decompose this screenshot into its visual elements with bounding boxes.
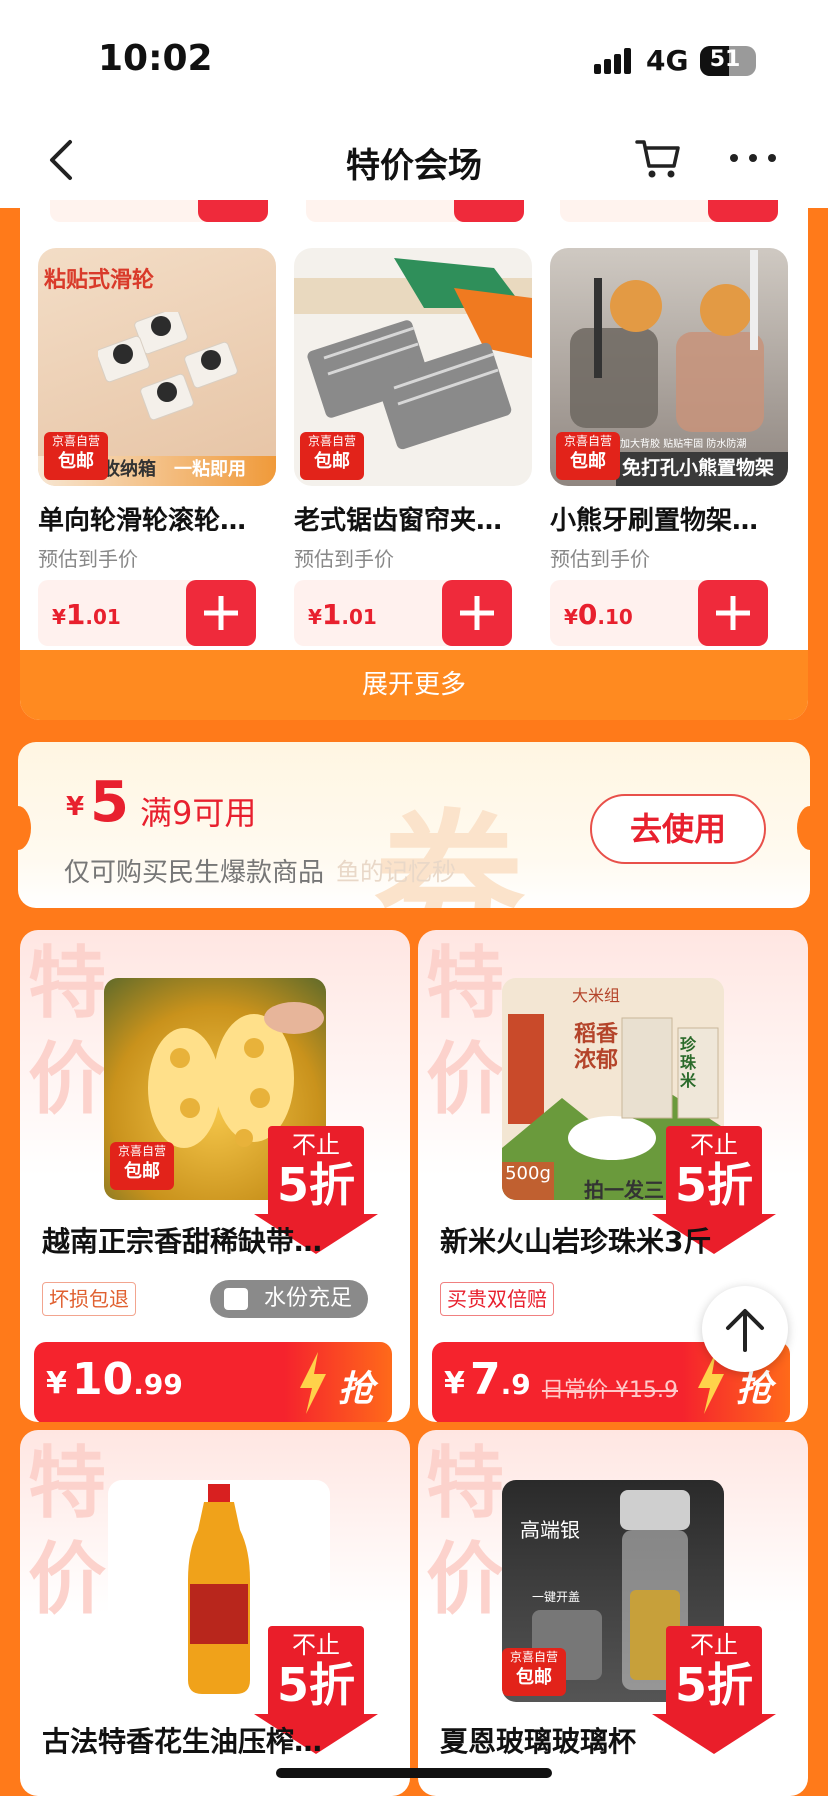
- prev-row-stub: [306, 200, 524, 222]
- deal-price: 7.9: [470, 1354, 531, 1405]
- deal-price: 10.99: [72, 1354, 183, 1405]
- product-name[interactable]: 单向轮滑轮滚轮…: [38, 500, 276, 537]
- product-image[interactable]: 免打孔小熊置物架 加大背胶 贴贴牢固 防水防潮 京喜自营 包邮: [550, 248, 788, 486]
- deal-bg-char: 特价: [426, 1439, 505, 1625]
- coupon-notch: [797, 806, 810, 850]
- page-title: 特价会场: [346, 146, 482, 186]
- product-image[interactable]: 京喜自营 包邮: [294, 248, 532, 486]
- home-indicator: [276, 1768, 552, 1778]
- coupon-amount: 5: [90, 770, 129, 835]
- price-box: ¥1.01: [38, 580, 256, 646]
- product-card[interactable]: 粘贴式滑轮 收纳箱 一粘即用 京喜自营 包邮 单向轮滑轮滚轮… 预估到手价 ¥1.…: [38, 248, 276, 646]
- jd-free-shipping-tag: 京喜自营 包邮: [556, 432, 620, 480]
- jd-free-shipping-tag: 京喜自营 包邮: [44, 432, 108, 480]
- scroll-to-top-button[interactable]: [702, 1286, 788, 1372]
- add-to-cart-button[interactable]: [698, 580, 768, 646]
- status-bar: 10:02 4G 51: [0, 0, 828, 112]
- deal-tag: 坏损包退: [42, 1282, 136, 1316]
- price: ¥0.10: [564, 598, 633, 631]
- network-label: 4G: [646, 44, 689, 77]
- grab-bar[interactable]: ¥ 10.99 抢: [34, 1342, 392, 1422]
- coupon-notch: [18, 806, 31, 850]
- deal-title[interactable]: 新米火山岩珍珠米3斤: [440, 1220, 780, 1260]
- coupon-condition: 满9可用: [140, 794, 257, 832]
- deal-bg-char: 特价: [28, 939, 107, 1125]
- deal-card[interactable]: 特价 高端银 一键开盖 京喜自营 包邮 不止 5折 夏恩玻璃玻璃杯: [418, 1430, 808, 1796]
- jd-free-shipping-tag: 京喜自营 包邮: [300, 432, 364, 480]
- price-box: ¥1.01: [294, 580, 512, 646]
- image-caption: 粘贴式滑轮: [44, 268, 155, 293]
- add-to-cart-button[interactable]: [186, 580, 256, 646]
- product-image[interactable]: 粘贴式滑轮 收纳箱 一粘即用 京喜自营 包邮: [38, 248, 276, 486]
- jd-free-shipping-tag: 京喜自营 包邮: [110, 1142, 174, 1190]
- estimate-label: 预估到手价: [294, 547, 394, 571]
- jd-free-shipping-tag: 京喜自营 包邮: [502, 1648, 566, 1696]
- add-to-cart-button[interactable]: [442, 580, 512, 646]
- grab-button-label: 抢: [337, 1369, 374, 1410]
- arrow-up-icon: [726, 1309, 764, 1352]
- deal-tag: 买贵双倍赔: [440, 1282, 554, 1316]
- prev-row-stub: [560, 200, 778, 222]
- prev-row-stub: [50, 200, 268, 222]
- more-icon[interactable]: [730, 148, 776, 168]
- coupon-currency: ¥: [66, 792, 85, 822]
- product-card[interactable]: 京喜自营 包邮 老式锯齿窗帘夹… 预估到手价 ¥1.01: [294, 248, 532, 646]
- deal-card[interactable]: 特价 不止 5折 古法特香花生油压榨…: [20, 1430, 410, 1796]
- coupon-scope: 仅可购买民生爆款商品: [64, 858, 325, 888]
- estimate-label: 预估到手价: [550, 547, 650, 571]
- watermark: 鱼的记忆秒: [336, 858, 456, 886]
- product-card[interactable]: 免打孔小熊置物架 加大背胶 贴贴牢固 防水防潮 京喜自营 包邮 小熊牙刷置物架… …: [550, 248, 788, 646]
- battery-level: 51: [709, 47, 741, 72]
- use-coupon-button[interactable]: 去使用: [590, 794, 766, 864]
- deal-bg-char: 特价: [28, 1439, 107, 1625]
- deal-bg-char: 特价: [426, 939, 505, 1125]
- estimate-label: 预估到手价: [38, 547, 138, 571]
- original-price: 日常价 ¥15.9: [542, 1378, 678, 1403]
- deal-title[interactable]: 越南正宗香甜稀缺带…: [42, 1220, 382, 1260]
- price-box: ¥0.10: [550, 580, 768, 646]
- expand-more-button[interactable]: 展开更多: [20, 650, 808, 720]
- image-caption: 免打孔小熊置物架: [622, 457, 775, 479]
- product-name[interactable]: 老式锯齿窗帘夹…: [294, 500, 532, 537]
- status-time: 10:02: [98, 38, 213, 79]
- cart-icon[interactable]: [634, 136, 682, 180]
- signal-icon: [594, 48, 634, 74]
- coupon-card: 券 ¥ 5 满9可用 仅可购买民生爆款商品 鱼的记忆秒 去使用: [18, 742, 810, 908]
- feature-pill: 水份充足: [210, 1280, 368, 1318]
- deal-title[interactable]: 夏恩玻璃玻璃杯: [440, 1720, 780, 1760]
- price: ¥1.01: [308, 598, 377, 631]
- price: ¥1.01: [52, 598, 121, 631]
- nav-bar: 特价会场: [0, 112, 828, 208]
- deal-card[interactable]: 特价 京喜自营 包邮 不止 5折 越南正宗香甜稀缺带… 坏损包退 水份充足 ¥ 10…: [20, 930, 410, 1422]
- battery-icon: 51: [700, 46, 756, 76]
- caster-image: [98, 312, 238, 421]
- thumbs-up-icon: [224, 1288, 248, 1310]
- product-name[interactable]: 小熊牙刷置物架…: [550, 500, 788, 537]
- deal-title[interactable]: 古法特香花生油压榨…: [42, 1720, 382, 1760]
- lightning-icon: [300, 1352, 326, 1414]
